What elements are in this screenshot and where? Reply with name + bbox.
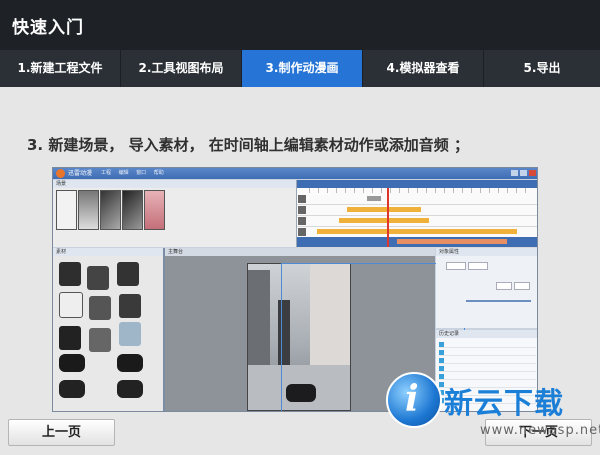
materials-panel-title: 素材 xyxy=(53,248,163,256)
building xyxy=(248,270,270,370)
material-item xyxy=(119,294,141,318)
history-panel-title: 历史记录 xyxy=(436,330,537,338)
tab-simulator[interactable]: 4.模拟器查看 xyxy=(363,50,484,87)
window-title: 快速入门 xyxy=(12,18,84,38)
history-item xyxy=(439,364,536,372)
material-item xyxy=(87,266,109,290)
watermark-logo-icon: i xyxy=(386,372,442,428)
timeline-track xyxy=(297,194,537,205)
material-item xyxy=(89,328,111,352)
title-bar: 快速入门 xyxy=(0,0,600,50)
tab-tool-layout[interactable]: 2.工具视图布局 xyxy=(121,50,242,87)
track-icon xyxy=(298,206,306,214)
keyframe-bar xyxy=(317,229,517,234)
timeline-track xyxy=(297,216,537,227)
property-field xyxy=(496,282,512,290)
app-titlebar: 迅雷动漫 工程 编辑 窗口 帮助 xyxy=(53,168,537,179)
playhead xyxy=(387,188,389,247)
timeline-panel: 时间轴编辑器 xyxy=(297,180,537,248)
materials-panel: 素材 xyxy=(53,248,165,411)
stage-panel-title: 主舞台 xyxy=(165,248,435,256)
minimize-icon xyxy=(511,170,518,176)
material-item xyxy=(59,380,85,398)
properties-panel-title: 对象属性 xyxy=(436,248,537,256)
tab-export[interactable]: 5.导出 xyxy=(484,50,600,87)
keyframe-bar xyxy=(339,218,429,223)
watermark-brand: 新云下载 xyxy=(444,386,565,420)
scene-thumbnail xyxy=(100,190,121,230)
scene-panel-title: 场景 xyxy=(53,180,296,188)
opacity-slider xyxy=(466,300,531,302)
step-heading: 3. 新建场景， 导入素材， 在时间轴上编辑素材动作或添加音频 ； xyxy=(27,136,470,154)
history-item xyxy=(439,356,536,364)
material-item xyxy=(89,296,111,320)
timeline-ruler xyxy=(309,188,531,193)
properties-panel: 对象属性 xyxy=(436,248,537,328)
keyframe-bar xyxy=(347,207,421,212)
timeline-audio-track xyxy=(297,237,537,248)
property-field xyxy=(446,262,466,270)
material-item xyxy=(117,262,139,286)
material-item xyxy=(119,322,141,346)
material-item xyxy=(59,292,83,318)
keyframe-bar xyxy=(367,196,381,201)
scene-thumbnail xyxy=(78,190,99,230)
tab-make-comic[interactable]: 3.制作动漫画 xyxy=(242,50,363,87)
watermark: i 新云下载 www.newasp.net xyxy=(386,372,600,455)
history-item xyxy=(439,348,536,356)
material-item xyxy=(59,326,81,350)
material-item xyxy=(59,262,81,286)
material-item xyxy=(117,354,143,372)
track-icon xyxy=(298,228,306,236)
prev-page-button[interactable]: 上一页 xyxy=(8,419,115,446)
maximize-icon xyxy=(520,170,527,176)
app-name: 迅雷动漫 xyxy=(68,170,93,177)
app-menu: 工程 编辑 窗口 帮助 xyxy=(101,170,164,176)
scene-thumbnail xyxy=(122,190,143,230)
history-item xyxy=(439,340,536,348)
tab-new-project[interactable]: 1.新建工程文件 xyxy=(0,50,121,87)
property-field xyxy=(514,282,530,290)
material-item xyxy=(59,354,85,372)
scene-thumbnail xyxy=(56,190,77,230)
timeline-title: 时间轴编辑器 xyxy=(297,180,537,197)
scene-panel: 场景 xyxy=(53,180,297,247)
close-icon xyxy=(529,170,536,176)
step-tabs: 1.新建工程文件 2.工具视图布局 3.制作动漫画 4.模拟器查看 5.导出 xyxy=(0,50,600,87)
app-logo-icon xyxy=(56,169,65,178)
watermark-url: www.newasp.net xyxy=(480,423,600,438)
audio-bar xyxy=(397,239,507,244)
track-icon xyxy=(298,217,306,225)
scene-thumbnail xyxy=(144,190,165,230)
timeline-track xyxy=(297,205,537,216)
property-field xyxy=(468,262,488,270)
track-icon xyxy=(298,195,306,203)
material-item xyxy=(117,380,143,398)
